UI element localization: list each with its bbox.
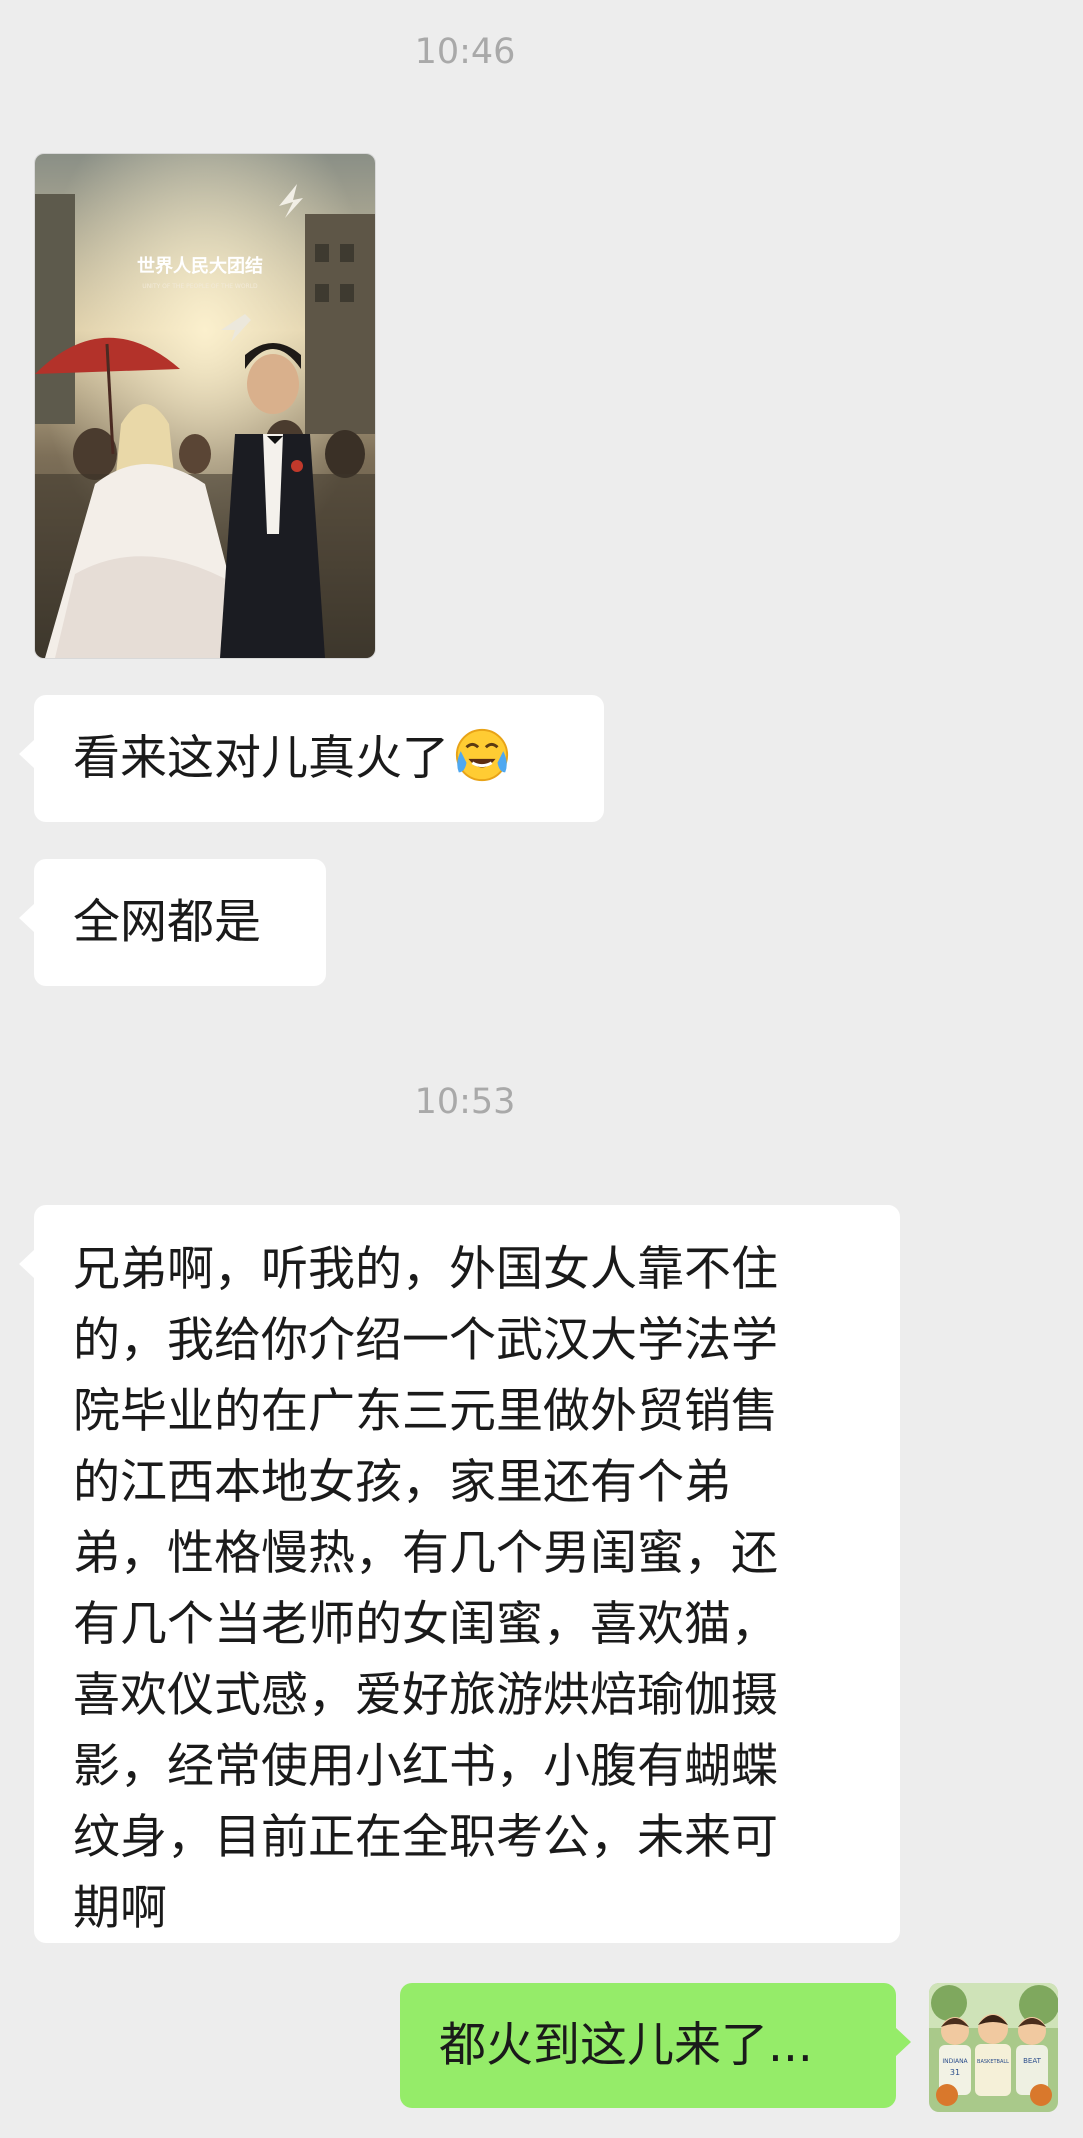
timestamp: 10:53 [414,1082,516,1122]
jersey-number: 31 [950,2068,960,2077]
message-bubble[interactable]: 看来这对儿真火了 [19,695,604,822]
jersey-text: BEAT [1023,2057,1041,2065]
message-bubble[interactable]: 兄弟啊，听我的，外国女人靠不住 的，我给你介绍一个武汉大学法学 院毕业的在广东三… [19,1205,900,1943]
message-line: 兄弟啊，听我的，外国女人靠不住 [73,1242,778,1297]
message-line: 喜欢仪式感，爱好旅游烘焙瑜伽摄 [73,1668,778,1723]
message-line: 院毕业的在广东三元里做外贸销售 [73,1384,778,1439]
my-message-bubble[interactable]: 都火到这儿来了... [400,1983,911,2108]
my-avatar[interactable]: INDIANA 31 BASKETBALL BEAT [929,1983,1058,2112]
message-bubble[interactable]: 全网都是 [19,859,326,986]
message-line: 有几个当老师的女闺蜜，喜欢猫， [73,1597,778,1652]
timestamp: 10:46 [414,32,516,72]
crying-laughing-emoji [455,728,509,782]
jersey-text: INDIANA [942,2058,968,2065]
message-line: 纹身，目前正在全职考公，未来可 [73,1810,778,1865]
message-line: 弟，性格慢热，有几个男闺蜜，还 [73,1526,778,1581]
message-text: 看来这对儿真火了 [73,731,449,786]
message-text: 都火到这儿来了... [439,2018,813,2073]
message-line: 期啊 [73,1881,167,1936]
image-message[interactable]: 世界人民大团结 UNITY OF THE PEOPLE OF THE WORLD [34,153,376,659]
message-text: 全网都是 [73,895,261,950]
poster-subtitle: UNITY OF THE PEOPLE OF THE WORLD [142,283,258,290]
wedding-poster-image: 世界人民大团结 UNITY OF THE PEOPLE OF THE WORLD [35,154,375,658]
message-line: 影，经常使用小红书，小腹有蝴蝶 [73,1739,778,1794]
message-line: 的，我给你介绍一个武汉大学法学 [73,1313,778,1368]
poster-title: 世界人民大团结 [137,255,263,277]
message-line: 的江西本地女孩，家里还有个弟 [73,1455,731,1510]
avatar-image: INDIANA 31 BASKETBALL BEAT [929,1983,1058,2112]
jersey-text: BASKETBALL [977,2059,1009,2065]
